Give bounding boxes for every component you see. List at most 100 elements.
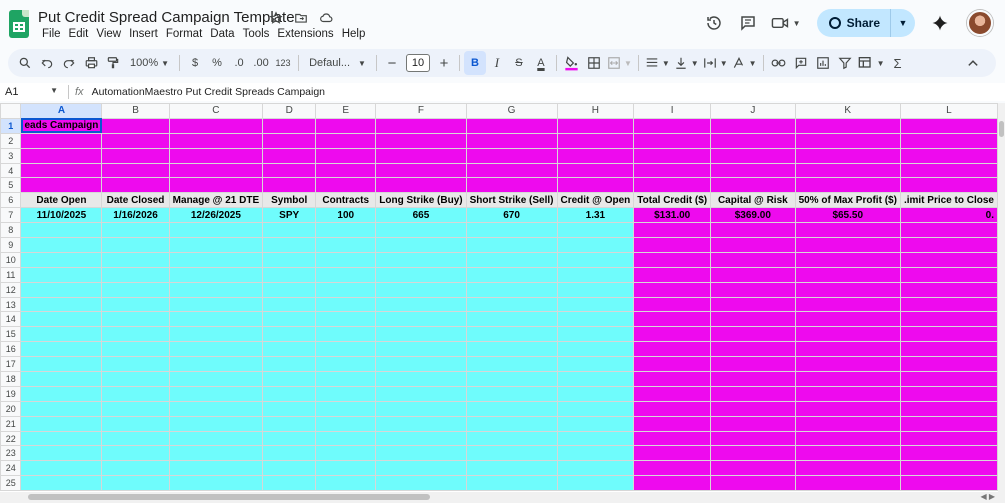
cell[interactable] — [633, 117, 712, 134]
cell[interactable] — [101, 281, 170, 298]
cell[interactable] — [633, 237, 712, 253]
menu-view[interactable]: View — [92, 28, 125, 40]
cell[interactable] — [633, 460, 712, 477]
cell[interactable] — [262, 132, 317, 149]
data-cell[interactable]: 11/10/2025 — [20, 207, 103, 224]
cell[interactable] — [710, 326, 796, 343]
cell[interactable] — [899, 251, 998, 268]
cell[interactable] — [262, 162, 317, 179]
column-title-cell[interactable]: Symbol — [262, 192, 317, 209]
text-wrapping-icon[interactable]: ▼ — [701, 51, 730, 75]
user-avatar[interactable] — [967, 10, 993, 36]
cell[interactable] — [794, 356, 901, 373]
cell[interactable] — [101, 117, 170, 134]
cell[interactable] — [556, 341, 635, 358]
cell[interactable] — [899, 117, 998, 134]
sheet-grid[interactable]: A B C D E F G H I J K L 1 eads Campaign 2 3… — [0, 103, 998, 493]
cell[interactable] — [556, 162, 635, 179]
row-header[interactable]: 24 — [0, 460, 22, 477]
font-size-input[interactable]: 10 — [405, 54, 430, 72]
cell[interactable] — [710, 385, 796, 402]
cell[interactable] — [168, 147, 264, 164]
cell[interactable] — [465, 237, 558, 253]
insert-link-icon[interactable] — [768, 51, 790, 75]
cell[interactable] — [20, 326, 103, 343]
cell[interactable] — [633, 445, 712, 462]
cell[interactable] — [899, 281, 998, 298]
cell[interactable] — [794, 296, 901, 313]
cell[interactable] — [633, 147, 712, 164]
cell[interactable] — [465, 132, 558, 149]
cell[interactable] — [262, 147, 317, 164]
cell[interactable] — [168, 445, 264, 462]
cell[interactable] — [794, 266, 901, 283]
cell[interactable] — [633, 415, 712, 432]
version-history-icon[interactable] — [699, 8, 729, 38]
cell[interactable] — [168, 162, 264, 179]
cell[interactable] — [168, 341, 264, 358]
cell[interactable] — [20, 475, 103, 492]
italic-button[interactable]: I — [486, 51, 508, 75]
cell[interactable] — [315, 400, 377, 417]
menu-edit[interactable]: Edit — [65, 28, 93, 40]
row-header[interactable]: 7 — [0, 207, 22, 224]
cell[interactable] — [633, 222, 712, 239]
cell[interactable] — [375, 266, 467, 283]
cell-a1-title[interactable]: eads Campaign — [20, 117, 103, 134]
cell[interactable] — [556, 311, 635, 328]
cell[interactable] — [315, 177, 377, 194]
cell[interactable] — [465, 147, 558, 164]
cell[interactable] — [899, 147, 998, 164]
text-rotation-icon[interactable]: ▼ — [730, 51, 759, 75]
row-header[interactable]: 6 — [0, 192, 22, 209]
cell[interactable] — [899, 460, 998, 477]
cell[interactable] — [794, 222, 901, 239]
cell[interactable] — [262, 177, 317, 194]
cell[interactable] — [556, 281, 635, 298]
row-header[interactable]: 2 — [0, 132, 22, 149]
cell[interactable] — [101, 311, 170, 328]
cell[interactable] — [633, 251, 712, 268]
cell[interactable] — [315, 266, 377, 283]
cell[interactable] — [101, 177, 170, 194]
cell[interactable] — [262, 356, 317, 373]
insert-chart-icon[interactable] — [812, 51, 834, 75]
cell[interactable] — [375, 430, 467, 447]
scrollbar-thumb[interactable] — [999, 121, 1004, 137]
data-cell[interactable]: $131.00 — [633, 207, 712, 224]
column-header[interactable]: J — [710, 103, 796, 119]
cell[interactable] — [262, 296, 317, 313]
cell[interactable] — [710, 117, 796, 134]
row-header[interactable]: 4 — [0, 162, 22, 179]
cell[interactable] — [710, 415, 796, 432]
cell[interactable] — [262, 117, 317, 134]
cell[interactable] — [375, 460, 467, 477]
cell[interactable] — [710, 430, 796, 447]
cell[interactable] — [556, 400, 635, 417]
cell[interactable] — [710, 311, 796, 328]
data-cell[interactable]: 1/16/2026 — [101, 207, 170, 224]
cell[interactable] — [556, 430, 635, 447]
cell[interactable] — [168, 251, 264, 268]
formula-input[interactable]: AutomationMaestro Put Credit Spreads Cam… — [92, 86, 325, 98]
menu-help[interactable]: Help — [338, 28, 370, 40]
menu-file[interactable]: File — [38, 28, 65, 40]
format-currency-button[interactable]: $ — [184, 51, 206, 75]
cell[interactable] — [556, 266, 635, 283]
cell[interactable] — [20, 430, 103, 447]
zoom-select[interactable]: 100% ▼ — [124, 51, 175, 75]
star-icon[interactable] — [268, 10, 284, 26]
cell[interactable] — [794, 400, 901, 417]
cell[interactable] — [101, 237, 170, 253]
cell[interactable] — [710, 371, 796, 387]
cell[interactable] — [899, 326, 998, 343]
row-header[interactable]: 17 — [0, 356, 22, 373]
cell[interactable] — [262, 251, 317, 268]
cell[interactable] — [899, 177, 998, 194]
cell[interactable] — [556, 117, 635, 134]
cell[interactable] — [375, 117, 467, 134]
cell[interactable] — [315, 311, 377, 328]
cell[interactable] — [101, 445, 170, 462]
cell[interactable] — [899, 237, 998, 253]
data-cell[interactable]: 12/26/2025 — [168, 207, 264, 224]
